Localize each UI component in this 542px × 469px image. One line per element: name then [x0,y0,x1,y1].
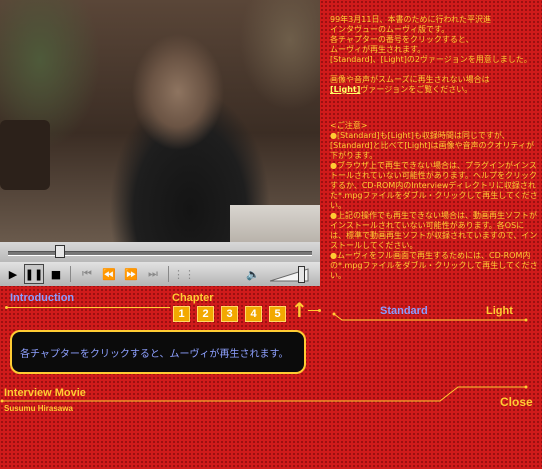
up-arrow-icon[interactable]: ↑ [291,300,308,320]
intro-line: 各チャプターの番号をクリックすると、 [330,35,474,44]
control-separator [168,266,169,282]
playlist-icon: ⋮⋮ [173,267,195,281]
note-item: ●上記の操作でも再生できない場合は、動画再生ソフトがインストールされていない可能… [330,211,538,250]
message-box: 各チャプターをクリックすると、ムーヴィが再生されます。 [10,330,306,374]
chapter-label: Chapter [172,292,214,304]
chapter-1-button[interactable]: 1 [173,306,190,322]
video-frame[interactable] [0,0,320,242]
intro-line: ムーヴィが再生されます。 [330,45,426,54]
player-controls: ▶ ❚❚ ■ ⏮ ⏪ ⏩ ⏭ ⋮⋮ 🔈 [0,262,320,286]
video-background-table [230,205,320,242]
intro-line [6,307,170,308]
seek-bar[interactable] [0,242,320,262]
pause-icon[interactable]: ❚❚ [24,264,44,284]
skip-back-icon: ⏮ [82,267,92,280]
introduction-link[interactable]: Introduction [10,292,74,304]
line-endpoint [5,306,8,309]
intro-line: 99年3月11日、本書のために行われた平沢進 [330,15,492,24]
skip-forward-icon: ⏭ [148,267,158,280]
light-note-link[interactable]: [Light] [330,85,360,94]
light-note-post: ヴァージョンをご覧ください。 [360,85,473,94]
seek-thumb[interactable] [54,245,65,258]
intro-line: インタヴューのムーヴィ版です。 [330,25,450,34]
line-endpoint [318,309,321,312]
footer-line [0,385,528,403]
play-icon[interactable]: ▶ [3,264,23,284]
note-item: ●[Standard]も[Light]も収録時間は同じですが、[Standard… [330,131,535,160]
chapter-3-button[interactable]: 3 [221,306,238,322]
chapter-5-button[interactable]: 5 [269,306,286,322]
light-note-pre: 画像や音声がスムーズに再生されない場合は [330,75,490,84]
version-line [332,312,528,322]
chapter-2-button[interactable]: 2 [197,306,214,322]
notes-heading: <ご注意> [330,121,368,130]
volume-thumb[interactable] [298,266,306,283]
intro-line: [Standard]、[Light]の2ヴァージョンを用意しました。 [330,55,532,64]
info-panel: 99年3月11日、本書のために行われた平沢進 インタヴューのムーヴィ版です。 各… [330,15,538,281]
speaker-icon[interactable]: 🔈 [243,264,263,284]
stop-icon[interactable]: ■ [46,264,66,284]
chapter-4-button[interactable]: 4 [245,306,262,322]
video-background-chair [0,120,50,190]
close-button[interactable]: Close [500,395,533,409]
note-item: ●ムーヴィをフル画面で再生するためには、CD-ROM内の*.mpgファイルをダブ… [330,251,538,280]
fast-forward-icon: ⏩ [124,267,138,281]
rewind-icon: ⏪ [102,267,116,281]
seek-track[interactable] [8,251,312,256]
message-text: 各チャプターをクリックすると、ムーヴィが再生されます。 [20,348,289,360]
control-separator [70,266,71,282]
note-item: ●ブラウザ上で再生できない場合は、プラグインがインストールされていない可能性があ… [330,161,538,210]
light-note: 画像や音声がスムーズに再生されない場合は [Light]ヴァージョンをご覧くださ… [330,75,538,95]
